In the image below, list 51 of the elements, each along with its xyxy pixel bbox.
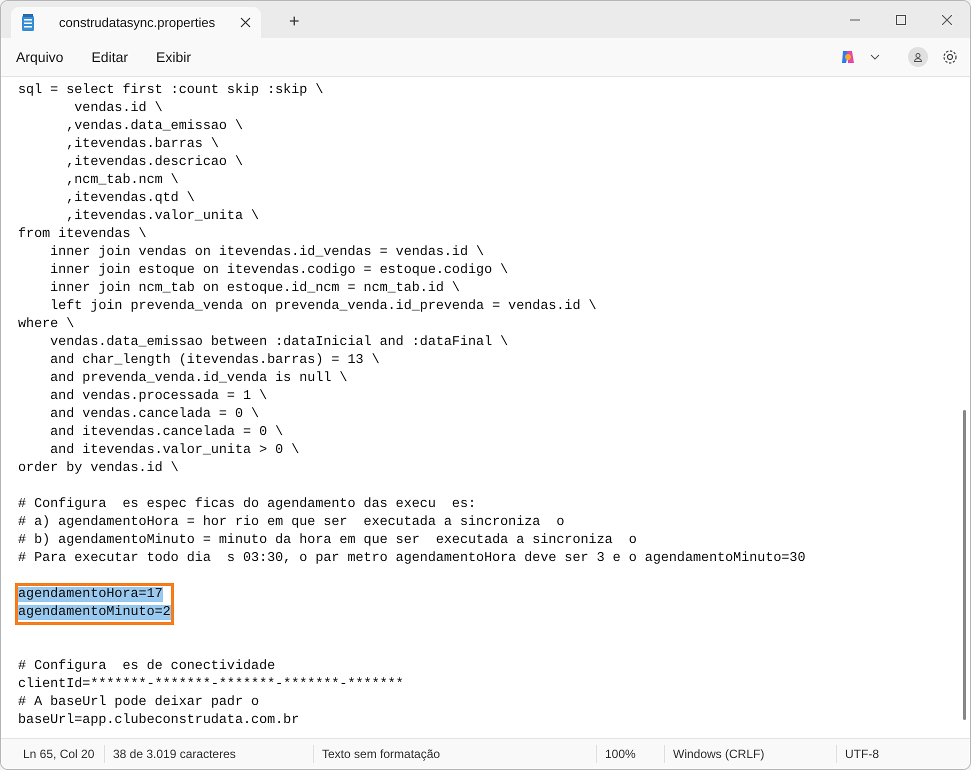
code-line: ,itevendas.valor_unita \ [65,209,260,224]
encoding: UTF-8 [836,745,936,763]
code-line: vendas.data_emissao between :dataInicial and :dataFinal \ [49,335,508,350]
code-line: ,itevendas.barras \ [65,137,219,152]
cursor-position: Ln 65, Col 20 [22,746,96,763]
code-line: # Configura es de conectividade [18,659,276,674]
code-line: ,itevendas.descricao \ [65,155,243,170]
zoom-level: 100% [596,745,664,763]
code-line: clientId=*******-*******-*******-*******-******* [18,677,404,692]
text-format: Texto sem formatação [313,745,596,763]
maximize-icon[interactable] [896,14,906,24]
code-line: from itevendas \ [18,227,147,242]
code-line: and char_length (itevendas.barras) = 13 \ [49,353,380,368]
code-line: sql = select first :count skip :skip \ [18,83,324,98]
settings-icon[interactable] [942,49,958,65]
scrollbar-thumb[interactable] [963,410,966,720]
code-line: and itevendas.valor_unita > 0 \ [49,443,300,458]
file-tab[interactable]: construdatasync.properties [11,7,261,38]
chevron-down-icon[interactable] [870,54,880,60]
code-line: inner join ncm_tab on estoque.id_ncm = ncm_tab.id \ [49,281,460,296]
code-line: inner join vendas on itevendas.id_vendas = vendas.id \ [49,245,484,260]
line-ending: Windows (CRLF) [664,745,836,763]
code-line: # Para executar todo dia s 03:30, o par metro agendamentoHora deve ser 3 e o agendamentoMinuto=30 [18,551,806,566]
code-line: left join prevenda_venda on prevenda_venda.id_prevenda = vendas.id \ [49,299,597,314]
code-line: and vendas.cancelada = 0 \ [49,407,260,422]
new-tab-button[interactable]: + [289,11,300,32]
code-line: # b) agendamentoMinuto = minuto da hora em que ser executada a sincroniza o [18,533,637,548]
close-icon[interactable] [942,14,952,24]
code-line: and itevendas.cancelada = 0 \ [49,425,284,440]
menu-item[interactable]: Exibir [147,43,200,71]
code-line: and vendas.processada = 1 \ [49,389,268,404]
code-line: vendas.id \ [73,101,163,116]
menu-item[interactable]: Arquivo [7,43,72,71]
code-line: order by vendas.id \ [18,461,179,476]
code-line: # Configura es espec ficas do agendamento das execu es: [18,497,476,512]
code-line: # a) agendamentoHora = hor rio em que ser executada a sincroniza o [18,515,564,530]
notepad-icon [21,14,35,32]
menu-item[interactable]: Editar [82,43,138,71]
account-icon[interactable] [908,47,928,67]
code-line: ,ncm_tab.ncm \ [65,173,179,188]
code-line: ,vendas.data_emissao \ [65,119,243,134]
copilot-icon[interactable] [840,49,856,65]
code-line: where \ [18,317,74,332]
code-line: baseUrl=app.clubeconstrudata.com.br [18,713,300,728]
code-line: inner join estoque on itevendas.codigo = estoque.codigo \ [49,263,508,278]
close-tab-icon[interactable] [240,17,251,28]
code-line: and prevenda_venda.id_venda is null \ [49,371,348,386]
code-line: ,itevendas.qtd \ [65,191,195,206]
tab-title: construdatasync.properties [59,15,216,30]
character-count: 38 de 3.019 caracteres [104,745,313,763]
code-line: # A baseUrl pode deixar padr o [18,695,260,710]
